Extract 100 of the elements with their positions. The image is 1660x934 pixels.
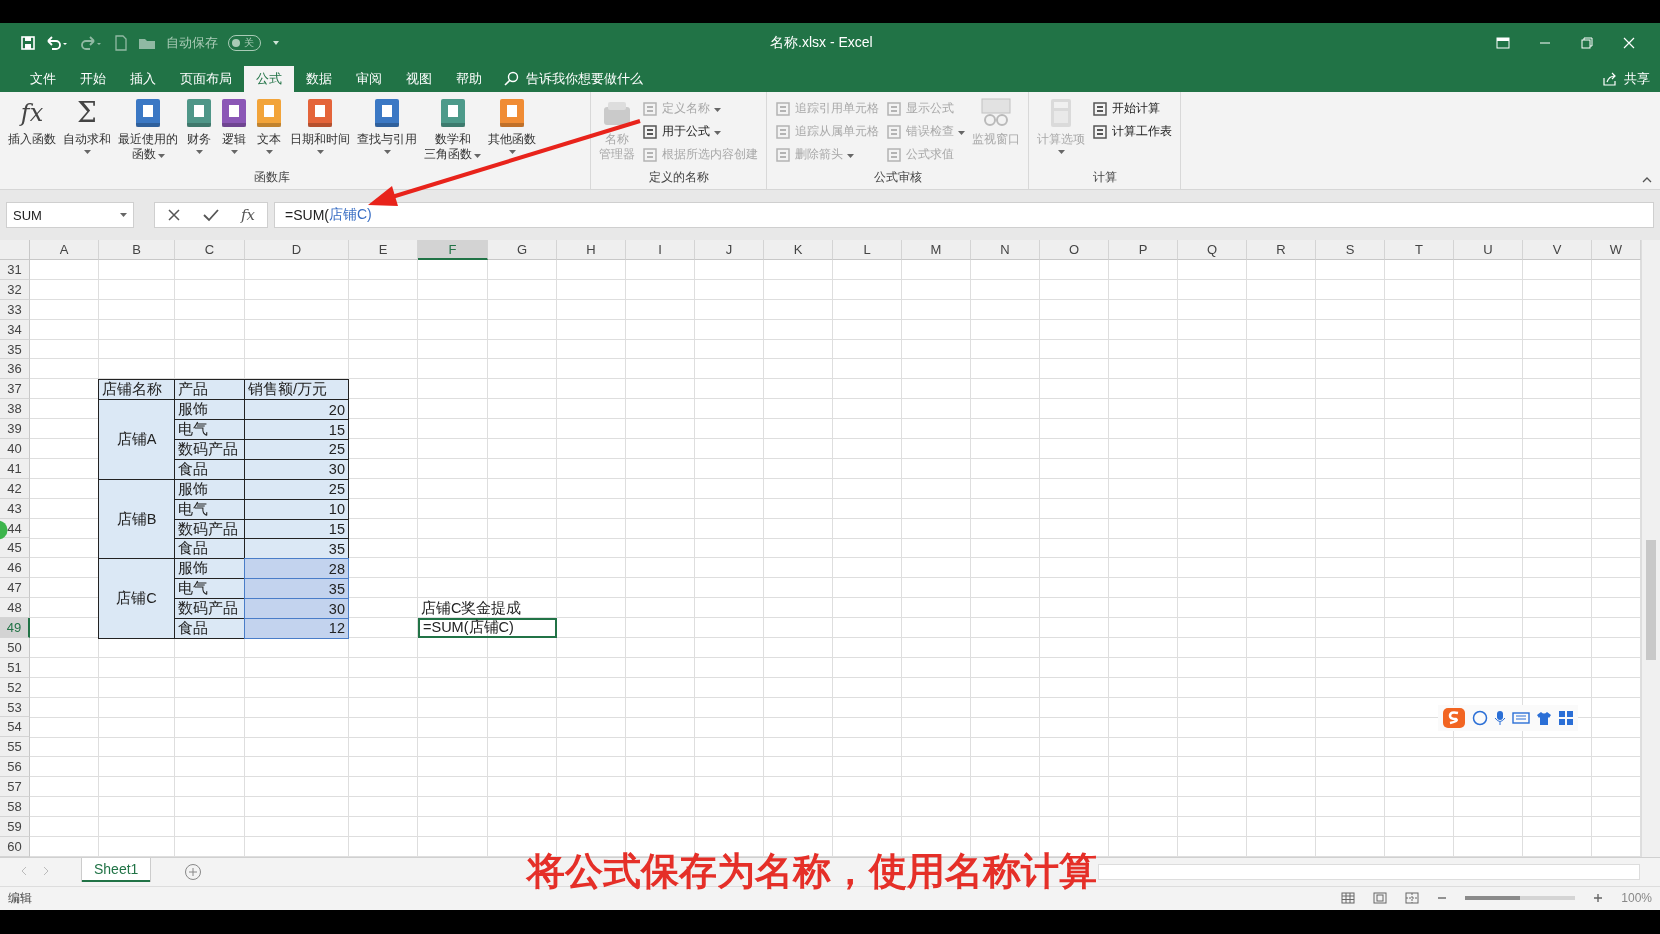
column-header[interactable]: D <box>245 240 349 260</box>
ribbon-tab[interactable]: 插入 <box>118 66 168 92</box>
column-header[interactable]: H <box>557 240 626 260</box>
ribbon-tab[interactable]: 页面布局 <box>168 66 244 92</box>
column-header[interactable]: F <box>418 240 488 260</box>
table-cell[interactable]: 35 <box>244 538 349 560</box>
row-header[interactable]: 39 <box>0 419 30 439</box>
add-sheet-icon[interactable] <box>184 862 203 881</box>
table-cell[interactable]: 28 <box>244 558 349 580</box>
ribbon-button[interactable]: 数学和 三角函数 <box>422 96 483 167</box>
row-header[interactable]: 50 <box>0 637 30 658</box>
ribbon-button[interactable]: 财务 <box>183 96 215 167</box>
keyboard-icon[interactable] <box>1512 711 1530 725</box>
row-header[interactable]: 35 <box>0 339 30 360</box>
ribbon-button[interactable]: 文本 <box>253 96 285 167</box>
row-header[interactable]: 47 <box>0 578 30 599</box>
formula-field[interactable]: =SUM(店铺C) <box>274 202 1654 228</box>
row-header[interactable]: 43 <box>0 498 30 519</box>
grid-menu-icon[interactable] <box>1558 710 1574 726</box>
ribbon-button[interactable]: 计算工作表 <box>1090 121 1174 142</box>
zoom-slider[interactable] <box>1465 896 1576 901</box>
row-header[interactable]: 54 <box>0 717 30 738</box>
ribbon-tab[interactable]: 审阅 <box>344 66 394 92</box>
zoom-in-icon[interactable] <box>1593 893 1604 904</box>
ribbon-button[interactable]: 其他函数 <box>486 96 538 167</box>
ime-logo-icon[interactable] <box>1442 707 1466 729</box>
ribbon-button[interactable]: 开始计算 <box>1090 98 1174 119</box>
ribbon-button[interactable]: fx 插入函数 <box>6 96 58 167</box>
cell-editor[interactable]: =SUM(店铺C) <box>418 618 557 638</box>
row-header[interactable]: 40 <box>0 439 30 459</box>
cancel-icon[interactable] <box>167 208 181 222</box>
row-header[interactable]: 45 <box>0 538 30 559</box>
ribbon-button[interactable]: 日期和时间 <box>288 96 352 167</box>
redo-icon[interactable] <box>80 35 104 51</box>
column-header[interactable]: V <box>1523 240 1592 260</box>
close-icon[interactable] <box>1622 37 1636 49</box>
page-layout-icon[interactable] <box>1373 892 1388 905</box>
row-header[interactable]: 59 <box>0 816 30 837</box>
new-file-icon[interactable] <box>114 35 128 51</box>
column-header[interactable]: C <box>175 240 245 260</box>
column-header[interactable]: M <box>902 240 971 260</box>
row-header[interactable]: 34 <box>0 319 30 340</box>
table-cell[interactable]: 35 <box>244 578 349 600</box>
collapse-icon[interactable] <box>1642 177 1652 183</box>
row-header[interactable]: 57 <box>0 777 30 798</box>
table-cell[interactable]: 12 <box>244 618 349 639</box>
row-header[interactable]: 53 <box>0 697 30 718</box>
table-cell[interactable]: 30 <box>244 458 349 480</box>
row-header[interactable]: 55 <box>0 737 30 758</box>
row-header[interactable]: 60 <box>0 836 30 857</box>
insert-function-button[interactable]: fx <box>241 205 255 225</box>
ribbon-tab[interactable]: 文件 <box>18 66 68 92</box>
ribbon-button[interactable]: 查找与引用 <box>355 96 419 167</box>
ribbon-button[interactable]: Σ 自动求和 <box>61 96 113 167</box>
column-header[interactable]: Q <box>1178 240 1247 260</box>
vertical-scrollbar[interactable] <box>1641 240 1660 857</box>
table-cell[interactable]: 10 <box>244 498 349 520</box>
emoji-icon[interactable] <box>1472 710 1488 726</box>
column-header[interactable]: A <box>30 240 99 260</box>
row-header[interactable]: 32 <box>0 279 30 300</box>
ribbon-tab[interactable]: 开始 <box>68 66 118 92</box>
microphone-icon[interactable] <box>1494 710 1506 726</box>
row-header[interactable]: 42 <box>0 478 30 499</box>
tell-me-field[interactable]: 告诉我你想要做什么 <box>526 66 643 92</box>
row-header[interactable]: 52 <box>0 677 30 698</box>
row-header[interactable]: 36 <box>0 359 30 380</box>
column-header[interactable]: K <box>764 240 833 260</box>
row-header[interactable]: 31 <box>0 260 30 280</box>
restore-icon[interactable] <box>1580 37 1594 49</box>
table-cell[interactable]: 25 <box>244 439 349 460</box>
row-header[interactable]: 38 <box>0 399 30 420</box>
column-header[interactable]: S <box>1316 240 1385 260</box>
row-header[interactable]: 41 <box>0 458 30 479</box>
ribbon-button[interactable]: 用于公式 <box>640 121 760 142</box>
column-header[interactable]: P <box>1109 240 1178 260</box>
save-icon[interactable] <box>20 35 36 51</box>
column-header[interactable]: R <box>1247 240 1316 260</box>
column-header[interactable]: T <box>1385 240 1454 260</box>
column-header[interactable]: B <box>99 240 175 260</box>
normal-view-icon[interactable] <box>1341 892 1356 905</box>
page-break-icon[interactable] <box>1405 892 1420 905</box>
ribbon-button[interactable]: 最近使用的 函数 <box>116 96 180 167</box>
undo-icon[interactable] <box>46 35 70 51</box>
name-box[interactable]: SUM <box>6 202 134 228</box>
column-header[interactable]: G <box>488 240 557 260</box>
row-header[interactable]: 49 <box>0 618 30 638</box>
table-cell[interactable]: 15 <box>244 419 349 440</box>
row-header[interactable]: 46 <box>0 558 30 579</box>
column-header[interactable]: E <box>349 240 418 260</box>
table-cell[interactable]: 20 <box>244 399 349 421</box>
ribbon-tab[interactable]: 视图 <box>394 66 444 92</box>
horizontal-scrollbar[interactable] <box>1098 863 1640 880</box>
row-header[interactable]: 37 <box>0 379 30 400</box>
row-header[interactable]: 58 <box>0 797 30 817</box>
ribbon-display-icon[interactable] <box>1496 37 1510 49</box>
check-icon[interactable] <box>203 208 219 222</box>
column-header[interactable]: O <box>1040 240 1109 260</box>
column-header[interactable]: N <box>971 240 1040 260</box>
row-header[interactable]: 51 <box>0 657 30 678</box>
row-header[interactable]: 33 <box>0 299 30 320</box>
